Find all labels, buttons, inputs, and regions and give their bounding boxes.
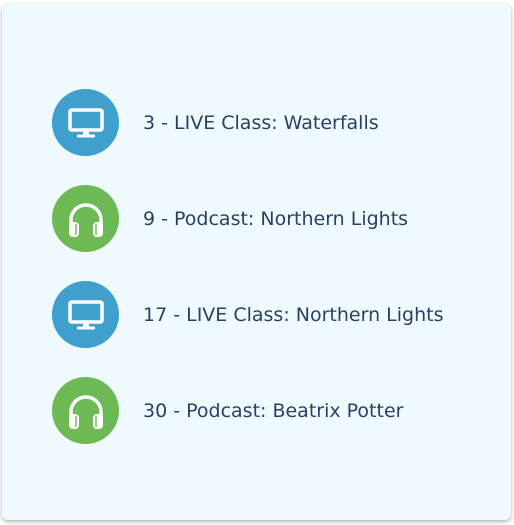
monitor-icon bbox=[67, 299, 104, 329]
headphones-icon bbox=[68, 202, 103, 237]
schedule-list: 3 - LIVE Class: Waterfalls 9 - Podcast: … bbox=[52, 89, 443, 473]
podcast-badge bbox=[52, 377, 119, 444]
live-class-badge bbox=[52, 89, 119, 156]
schedule-item-podcast-beatrix-potter[interactable]: 30 - Podcast: Beatrix Potter bbox=[52, 377, 443, 444]
schedule-card: 3 - LIVE Class: Waterfalls 9 - Podcast: … bbox=[2, 4, 511, 520]
podcast-badge bbox=[52, 185, 119, 252]
schedule-item-live-waterfalls[interactable]: 3 - LIVE Class: Waterfalls bbox=[52, 89, 443, 156]
schedule-item-label: 3 - LIVE Class: Waterfalls bbox=[143, 111, 379, 134]
schedule-item-live-northern-lights[interactable]: 17 - LIVE Class: Northern Lights bbox=[52, 281, 443, 348]
schedule-item-podcast-northern-lights[interactable]: 9 - Podcast: Northern Lights bbox=[52, 185, 443, 252]
schedule-item-label: 30 - Podcast: Beatrix Potter bbox=[143, 399, 404, 422]
headphones-icon bbox=[68, 394, 103, 429]
monitor-icon bbox=[67, 107, 104, 137]
live-class-badge bbox=[52, 281, 119, 348]
schedule-item-label: 9 - Podcast: Northern Lights bbox=[143, 207, 409, 230]
schedule-item-label: 17 - LIVE Class: Northern Lights bbox=[143, 303, 444, 326]
